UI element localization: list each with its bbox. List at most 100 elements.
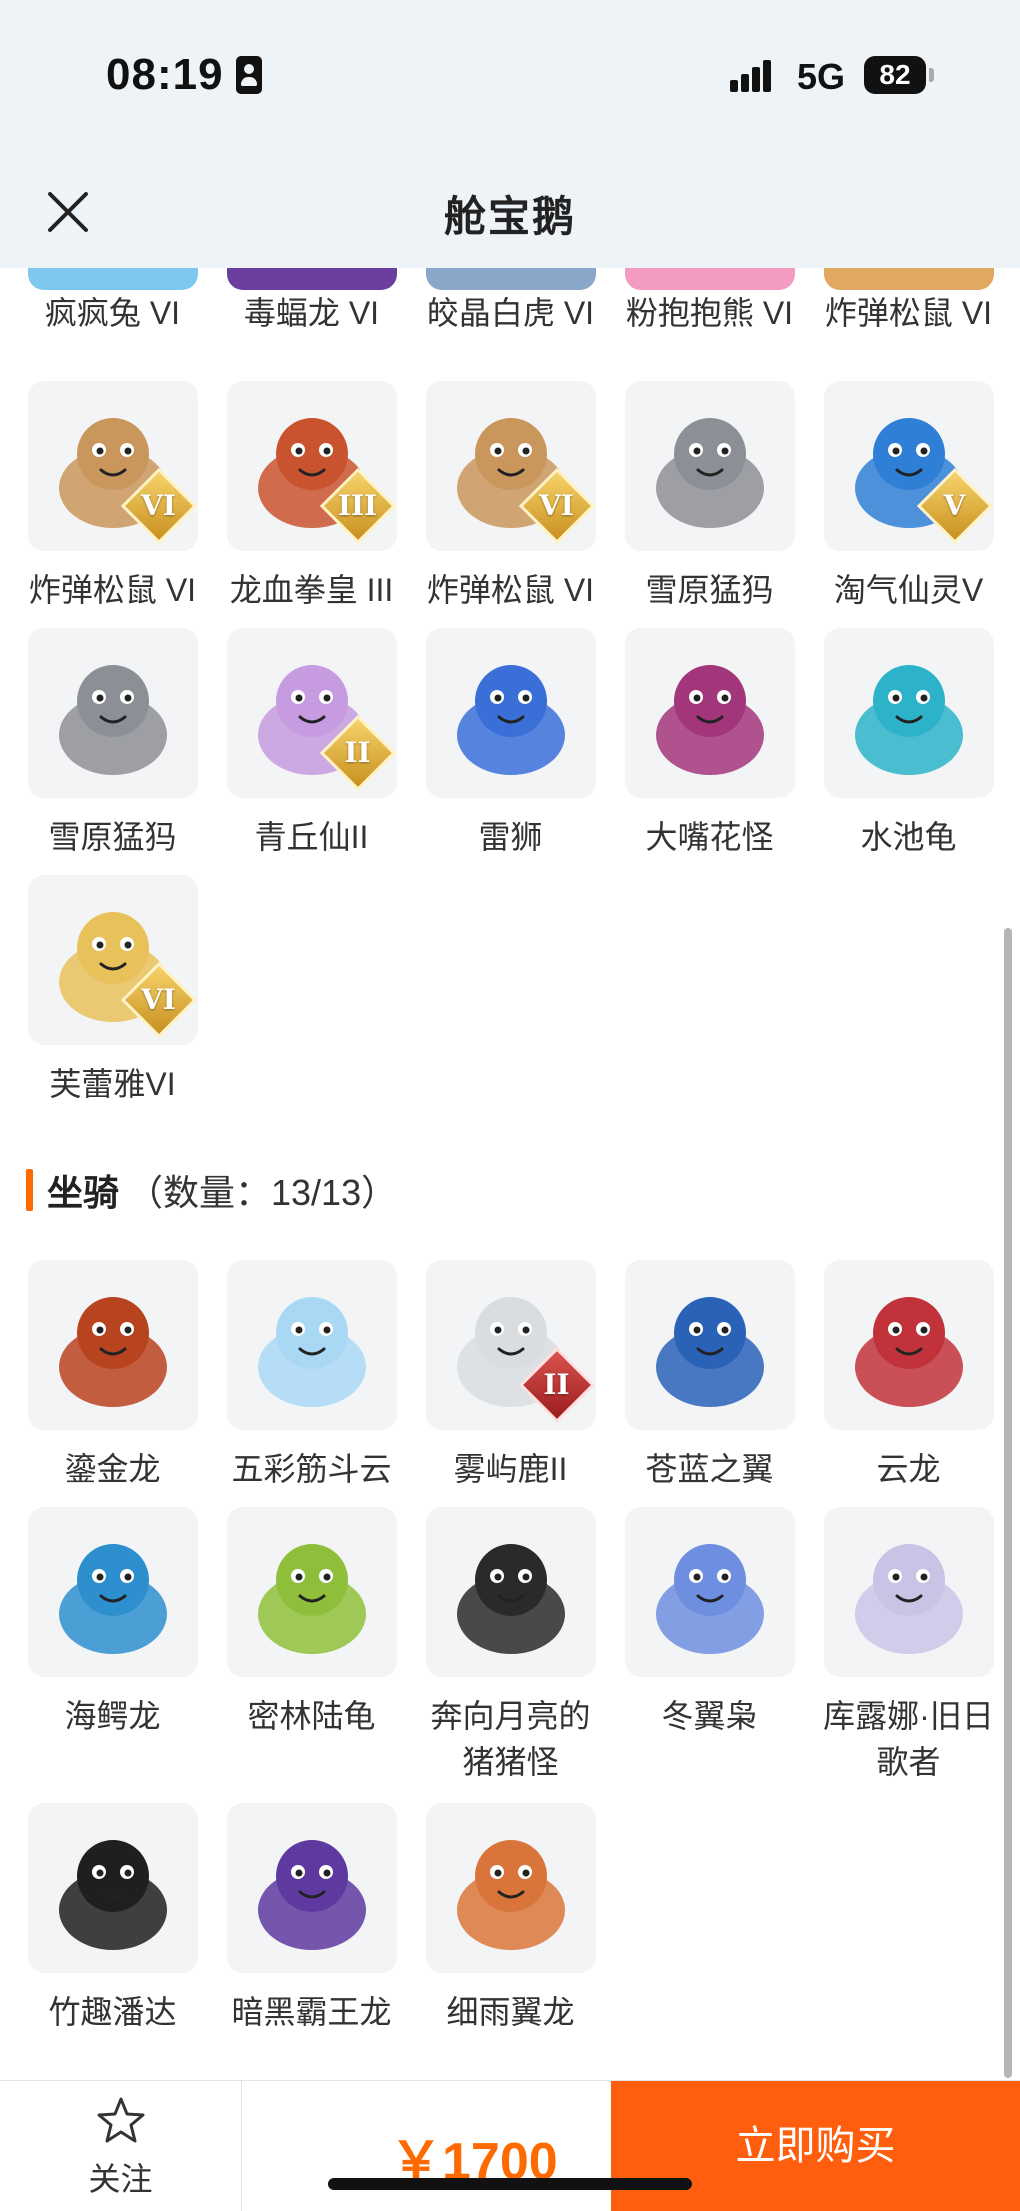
rank-badge-text: VI bbox=[141, 489, 176, 522]
item-card[interactable]: VI 炸弹松鼠 VI bbox=[13, 381, 212, 613]
item-thumbnail bbox=[226, 268, 397, 290]
contact-card-icon bbox=[236, 56, 262, 94]
fox-fairy-icon: II bbox=[226, 628, 397, 798]
section-count: （数量：13/13） bbox=[127, 1172, 398, 1213]
item-card[interactable]: 密林陆龟 bbox=[212, 1507, 411, 1739]
rank-badge-text: III bbox=[337, 489, 378, 522]
item-name: 云龙 bbox=[876, 1451, 941, 1487]
item-name: 雾屿鹿II bbox=[453, 1451, 568, 1487]
item-card[interactable]: 疯疯兔 VI bbox=[13, 268, 212, 336]
item-name: 毒蝠龙 VI bbox=[243, 295, 380, 331]
item-card[interactable]: 细雨翼龙 bbox=[411, 1803, 610, 2035]
item-name: 密林陆龟 bbox=[247, 1698, 376, 1734]
item-card[interactable]: 库露娜·旧日歌者 bbox=[809, 1507, 1008, 1785]
item-card[interactable]: 雪原猛犸 bbox=[13, 628, 212, 860]
page-title: 舱宝鹅 bbox=[443, 193, 576, 240]
home-indicator bbox=[328, 2178, 692, 2190]
rank-badge-text: VI bbox=[539, 489, 574, 522]
rank-badge-text: II bbox=[543, 1368, 570, 1401]
cloud-dragon-icon bbox=[823, 1260, 994, 1430]
item-name: 暗黑霸王龙 bbox=[231, 1994, 392, 2030]
rain-pterosaur-icon bbox=[425, 1803, 596, 1973]
item-name: 库露娜·旧日歌者 bbox=[823, 1698, 994, 1780]
follow-label: 关注 bbox=[88, 2161, 153, 2197]
mammoth-icon bbox=[624, 381, 795, 551]
item-card[interactable]: VI 炸弹松鼠 VI bbox=[411, 381, 610, 613]
item-card[interactable]: 五彩筋斗云 bbox=[212, 1260, 411, 1492]
dark-trex-icon bbox=[226, 1803, 397, 1973]
item-thumbnail bbox=[425, 268, 596, 290]
item-card[interactable]: 云龙 bbox=[809, 1260, 1008, 1492]
buy-now-button[interactable]: 立即购买 bbox=[611, 2081, 1020, 2211]
scrollbar[interactable] bbox=[1004, 928, 1012, 2078]
item-name: 雪原猛犸 bbox=[48, 819, 177, 855]
item-name: 炸弹松鼠 VI bbox=[426, 572, 595, 608]
item-card[interactable]: 粉抱抱熊 VI bbox=[610, 268, 809, 336]
moon-pig-icon bbox=[425, 1507, 596, 1677]
item-name: 青丘仙II bbox=[254, 819, 369, 855]
item-name: 芙蕾雅VI bbox=[49, 1066, 176, 1102]
section-title: 坐骑 bbox=[47, 1172, 120, 1213]
follow-button[interactable]: 关注 bbox=[0, 2081, 242, 2211]
item-name: 雷狮 bbox=[478, 819, 543, 855]
item-card[interactable]: VI 芙蕾雅VI bbox=[13, 875, 212, 1107]
item-thumbnail bbox=[27, 268, 198, 290]
mounts-section-header: 坐骑 （数量：13/13） bbox=[26, 1168, 397, 1213]
item-card[interactable]: 皎晶白虎 VI bbox=[411, 268, 610, 336]
deer-icon: II bbox=[425, 1260, 596, 1430]
item-name: 淘气仙灵V bbox=[833, 572, 984, 608]
item-card[interactable]: V 淘气仙灵V bbox=[809, 381, 1008, 613]
sea-dragon-icon bbox=[27, 1507, 198, 1677]
blue-eagle-icon bbox=[624, 1260, 795, 1430]
item-card[interactable]: 海鳄龙 bbox=[13, 1507, 212, 1739]
item-name: 皎晶白虎 VI bbox=[426, 295, 595, 331]
item-card[interactable]: 雪原猛犸 bbox=[610, 381, 809, 613]
gold-dragon-icon bbox=[27, 1260, 198, 1430]
top-bar: 08:19 5G 82 舱宝鹅 bbox=[0, 0, 1020, 268]
winter-owl-icon bbox=[624, 1507, 795, 1677]
item-name: 苍蓝之翼 bbox=[645, 1451, 774, 1487]
item-card[interactable]: 炸弹松鼠 VI bbox=[809, 268, 1008, 336]
item-name: 奔向月亮的猪猪怪 bbox=[430, 1698, 591, 1780]
item-card[interactable]: III 龙血拳皇 III bbox=[212, 381, 411, 613]
item-card[interactable]: 鎏金龙 bbox=[13, 1260, 212, 1492]
item-card[interactable]: 冬翼枭 bbox=[610, 1507, 809, 1739]
singer-icon bbox=[823, 1507, 994, 1677]
fairy-pup-icon: V bbox=[823, 381, 994, 551]
item-name: 大嘴花怪 bbox=[645, 819, 774, 855]
item-card[interactable]: 暗黑霸王龙 bbox=[212, 1803, 411, 2035]
item-card[interactable]: 竹趣潘达 bbox=[13, 1803, 212, 2035]
panda-icon bbox=[27, 1803, 198, 1973]
freya-icon: VI bbox=[27, 875, 198, 1045]
item-card[interactable]: II 青丘仙II bbox=[212, 628, 411, 860]
content-scroll-area[interactable]: 疯疯兔 VI 毒蝠龙 VI 皎晶白虎 VI 粉抱抱熊 VI 炸弹松鼠 VI VI 炸弹松鼠… bbox=[0, 268, 1020, 2080]
piranha-plant-icon bbox=[624, 628, 795, 798]
mammoth-icon bbox=[27, 628, 198, 798]
item-card[interactable]: II 雾屿鹿II bbox=[411, 1260, 610, 1492]
rank-badge-text: V bbox=[943, 489, 966, 522]
item-card[interactable]: 苍蓝之翼 bbox=[610, 1260, 809, 1492]
squirrel-icon: VI bbox=[27, 381, 198, 551]
rank-badge-text: II bbox=[344, 736, 371, 769]
item-name: 冬翼枭 bbox=[661, 1698, 758, 1734]
signal-icon bbox=[730, 58, 782, 92]
item-name: 粉抱抱熊 VI bbox=[625, 295, 794, 331]
network-label: 5G bbox=[797, 56, 846, 97]
section-accent-bar bbox=[26, 1169, 33, 1211]
item-card[interactable]: 奔向月亮的猪猪怪 bbox=[411, 1507, 610, 1785]
battery-icon: 82 bbox=[864, 56, 934, 94]
bottom-action-bar: 关注 ￥1700 立即购买 bbox=[0, 2080, 1020, 2211]
item-name: 龙血拳皇 III bbox=[229, 572, 394, 608]
dragon-boxer-icon: III bbox=[226, 381, 397, 551]
squirrel-icon: VI bbox=[425, 381, 596, 551]
item-card[interactable]: 水池龟 bbox=[809, 628, 1008, 860]
item-card[interactable]: 毒蝠龙 VI bbox=[212, 268, 411, 336]
item-name: 细雨翼龙 bbox=[446, 1994, 575, 2030]
item-card[interactable]: 大嘴花怪 bbox=[610, 628, 809, 860]
item-name: 鎏金龙 bbox=[64, 1451, 161, 1487]
item-name: 雪原猛犸 bbox=[645, 572, 774, 608]
item-name: 海鳄龙 bbox=[64, 1698, 161, 1734]
item-name: 疯疯兔 VI bbox=[44, 295, 181, 331]
item-name: 水池龟 bbox=[860, 819, 957, 855]
item-card[interactable]: 雷狮 bbox=[411, 628, 610, 860]
